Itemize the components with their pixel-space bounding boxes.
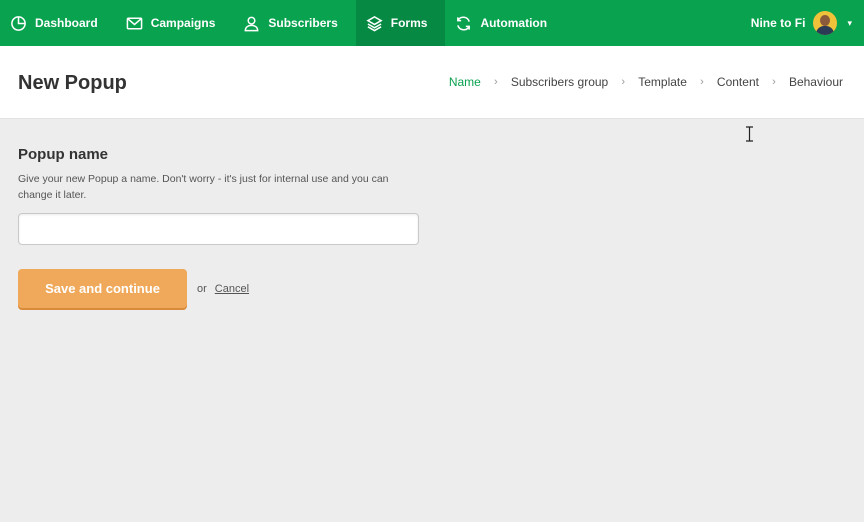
nav-label: Automation: [480, 16, 548, 30]
breadcrumb: Name › Subscribers group › Template › Co…: [449, 75, 843, 89]
nav-item-campaigns[interactable]: Campaigns: [116, 0, 234, 46]
layers-icon: [366, 15, 383, 31]
top-navigation: Dashboard Campaigns Subscribers Forms Au…: [0, 0, 864, 46]
chevron-down-icon[interactable]: ▾: [847, 18, 852, 29]
account-name: Nine to Fi: [750, 16, 806, 30]
text-cursor-icon: [746, 126, 753, 142]
nav-label: Subscribers: [268, 16, 338, 30]
dashboard-icon: [11, 15, 26, 31]
form-actions: Save and continue or Cancel: [18, 269, 419, 308]
save-and-continue-button[interactable]: Save and continue: [18, 269, 187, 308]
breadcrumb-step-subscribers-group[interactable]: Subscribers group: [511, 75, 608, 89]
chevron-right-icon: ›: [621, 76, 626, 88]
nav-item-forms[interactable]: Forms: [355, 0, 446, 46]
chevron-right-icon: ›: [700, 76, 704, 88]
breadcrumb-step-template[interactable]: Template: [638, 75, 687, 89]
nav-item-dashboard[interactable]: Dashboard: [0, 0, 116, 46]
envelope-icon: [126, 17, 143, 29]
help-text: Give your new Popup a name. Don't worry …: [18, 173, 389, 201]
page-title: New Popup: [18, 72, 127, 94]
popup-name-form: Popup name Give your new Popup a name. D…: [18, 146, 419, 308]
nav-item-subscribers[interactable]: Subscribers: [233, 0, 355, 46]
nav-label: Campaigns: [150, 16, 216, 30]
chevron-right-icon: ›: [772, 76, 776, 88]
nav-label: Forms: [390, 16, 428, 30]
or-text: or: [197, 282, 207, 295]
nav-label: Dashboard: [35, 16, 98, 30]
popup-name-input[interactable]: [18, 213, 419, 245]
user-icon: [244, 16, 259, 31]
chevron-right-icon: ›: [493, 76, 498, 88]
section-title: Popup name: [18, 146, 109, 163]
nav-item-automation[interactable]: Automation: [445, 0, 565, 46]
page-header: New Popup Name › Subscribers group › Tem…: [0, 46, 864, 142]
refresh-icon: [457, 15, 471, 31]
breadcrumb-step-content[interactable]: Content: [717, 75, 759, 89]
cancel-link[interactable]: Cancel: [215, 283, 249, 295]
breadcrumb-step-name[interactable]: Name: [449, 75, 481, 89]
account-menu[interactable]: Nine to Fi ▾: [751, 0, 864, 46]
breadcrumb-step-behaviour[interactable]: Behaviour: [789, 75, 843, 89]
avatar[interactable]: [813, 11, 838, 35]
